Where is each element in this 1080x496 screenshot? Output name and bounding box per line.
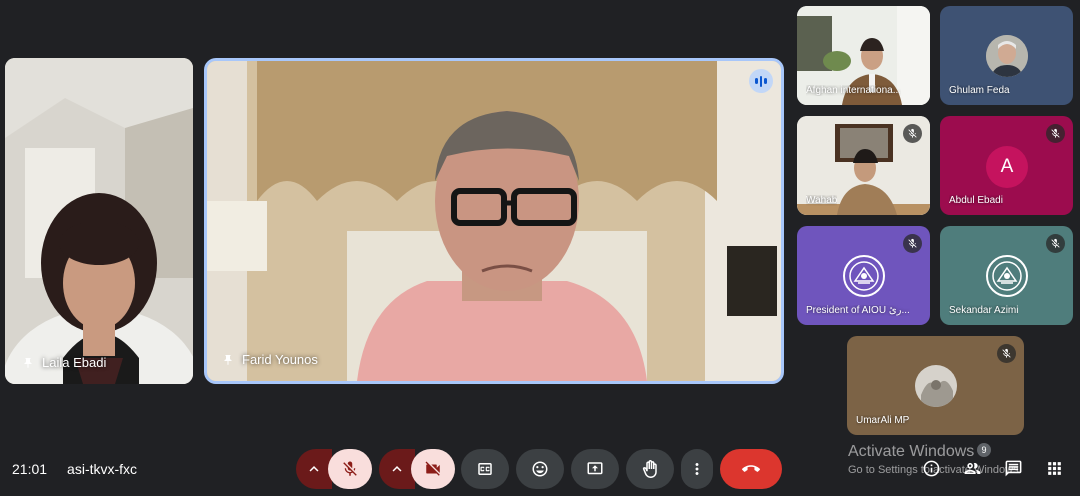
participant-name: Laila Ebadi xyxy=(42,355,107,370)
activities-button[interactable] xyxy=(1045,459,1064,478)
raise-hand-button[interactable] xyxy=(626,449,674,489)
muted-mic-icon xyxy=(1046,124,1065,143)
participant-tile-ghulam-feda[interactable]: Ghulam Feda xyxy=(940,6,1073,105)
meeting-code[interactable]: asi-tkvx-fxc xyxy=(67,461,137,477)
participant-name: Abdul Ebadi xyxy=(949,195,1003,206)
participant-name: Sekandar Azimi xyxy=(949,305,1019,316)
chevron-up-icon xyxy=(309,466,319,472)
closed-captions-icon xyxy=(478,463,492,475)
mic-off-icon xyxy=(343,461,357,476)
participant-name: Farid Younos xyxy=(242,352,318,367)
muted-mic-icon xyxy=(1046,234,1065,253)
people-icon xyxy=(964,462,981,475)
muted-mic-icon xyxy=(903,124,922,143)
more-vert-icon xyxy=(695,463,699,475)
participant-tile-abdul-ebadi[interactable]: A Abdul Ebadi xyxy=(940,116,1073,215)
muted-mic-icon xyxy=(997,344,1016,363)
speaking-indicator-icon xyxy=(749,69,773,93)
participant-tile-president-aiou[interactable]: President of AIOU رئ... xyxy=(797,226,930,325)
avatar xyxy=(915,365,957,407)
meeting-info-button[interactable] xyxy=(922,459,941,478)
chevron-up-icon xyxy=(392,466,402,472)
participant-name: President of AIOU رئ... xyxy=(806,305,910,316)
laila-video-feed xyxy=(5,58,193,384)
meeting-info: 21:01 asi-tkvx-fxc xyxy=(12,461,137,477)
audio-options-button[interactable] xyxy=(296,449,332,489)
participant-tile-afghan-international[interactable]: Afghan internationa... xyxy=(797,6,930,105)
more-options-button[interactable] xyxy=(681,449,713,489)
hang-up-icon xyxy=(742,465,760,472)
emoji-icon xyxy=(532,461,548,477)
participant-name: Ghulam Feda xyxy=(949,85,1010,96)
chat-icon xyxy=(1005,460,1022,477)
avatar xyxy=(986,35,1028,77)
participant-tile-farid[interactable]: Farid Younos xyxy=(204,58,784,384)
chat-button[interactable] xyxy=(1004,459,1023,478)
meeting-time: 21:01 xyxy=(12,461,48,477)
participant-count-badge: 9 xyxy=(977,443,991,457)
video-options-button[interactable] xyxy=(379,449,415,489)
participant-tile-umarali-mp[interactable]: UmarAli MP xyxy=(847,336,1024,435)
mic-toggle-button[interactable] xyxy=(328,449,372,489)
organization-logo-icon xyxy=(843,255,885,297)
farid-video-feed xyxy=(207,61,781,381)
muted-mic-icon xyxy=(903,234,922,253)
captions-button[interactable] xyxy=(461,449,509,489)
leave-call-button[interactable] xyxy=(720,449,782,489)
reactions-button[interactable] xyxy=(516,449,564,489)
pin-icon[interactable] xyxy=(22,357,34,369)
present-screen-button[interactable] xyxy=(571,449,619,489)
hand-icon xyxy=(642,460,657,478)
camera-off-icon xyxy=(425,461,440,476)
avatar: A xyxy=(986,146,1028,188)
apps-grid-icon xyxy=(1048,462,1061,475)
info-icon xyxy=(923,460,940,477)
pin-icon[interactable] xyxy=(222,354,234,366)
organization-logo-icon xyxy=(986,255,1028,297)
participant-name: UmarAli MP xyxy=(856,415,910,426)
participant-tile-sekandar-azimi[interactable]: Sekandar Azimi xyxy=(940,226,1073,325)
participant-name: Wahab xyxy=(806,195,838,206)
participant-tile-wahab[interactable]: Wahab xyxy=(797,116,930,215)
people-button[interactable] xyxy=(963,459,982,478)
participant-name: Afghan internationa... xyxy=(806,85,902,96)
participant-tile-laila[interactable]: Laila Ebadi xyxy=(5,58,193,384)
laila-name-label: Laila Ebadi xyxy=(22,355,106,370)
present-screen-icon xyxy=(587,462,603,475)
camera-toggle-button[interactable] xyxy=(411,449,455,489)
farid-name-label: Farid Younos xyxy=(222,352,318,367)
